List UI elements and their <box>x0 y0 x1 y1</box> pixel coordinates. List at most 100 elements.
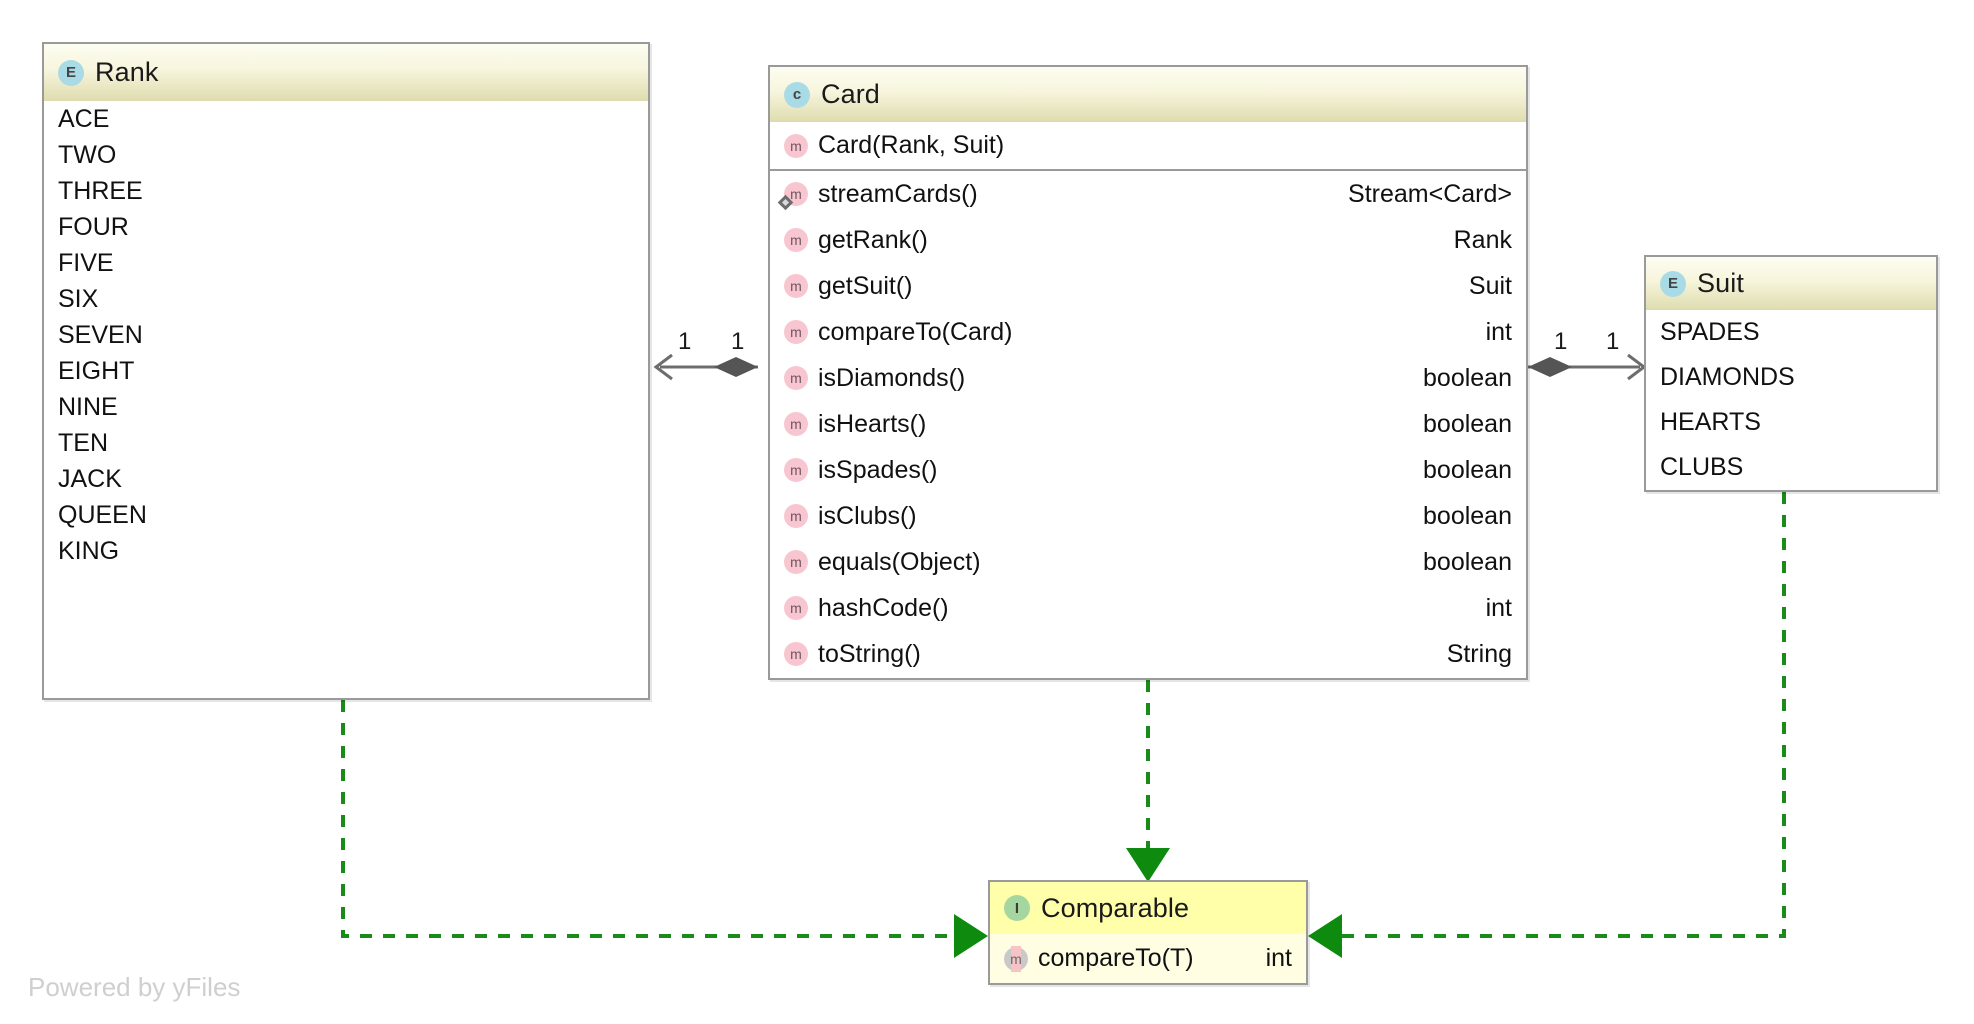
multiplicity-card-suit-target: 1 <box>1606 328 1620 355</box>
uml-node-card[interactable]: c Card m Card(Rank, Suit) m streamCards(… <box>768 65 1528 680</box>
enum-literal[interactable]: SIX <box>44 281 648 317</box>
uml-member-row[interactable]: m isDiamonds() boolean <box>770 355 1526 401</box>
uml-member-row[interactable]: m streamCards() Stream<Card> <box>770 171 1526 217</box>
enum-literal[interactable]: DIAMONDS <box>1646 355 1936 400</box>
uml-member-row[interactable]: m compareTo(Card) int <box>770 309 1526 355</box>
method-glyph: m <box>784 642 808 666</box>
member-name: compareTo(T) <box>1038 944 1194 972</box>
uml-member-row[interactable]: m compareTo(T) int <box>990 934 1306 983</box>
member-name: isSpades() <box>818 455 938 484</box>
enum-badge-icon: E <box>1660 270 1686 297</box>
node-header-card: c Card <box>770 67 1526 122</box>
interface-badge-icon: I <box>1004 895 1030 921</box>
member-name: getRank() <box>818 225 928 254</box>
method-glyph: m <box>784 412 808 436</box>
method-glyph: m <box>784 274 808 298</box>
enum-literal[interactable]: CLUBS <box>1646 445 1936 490</box>
method-glyph: m <box>784 504 808 528</box>
member-name: streamCards() <box>818 179 978 208</box>
uml-member-row[interactable]: m isSpades() boolean <box>770 447 1526 493</box>
method-icon: m <box>784 228 808 252</box>
uml-member-row[interactable]: m hashCode() int <box>770 585 1526 631</box>
enum-literal[interactable]: FOUR <box>44 209 648 245</box>
uml-member-row[interactable]: m isHearts() boolean <box>770 401 1526 447</box>
abstract-method-icon: m <box>1004 945 1028 972</box>
enum-literal[interactable]: FIVE <box>44 245 648 281</box>
member-name: Card(Rank, Suit) <box>818 131 1005 159</box>
method-icon: m <box>784 550 808 574</box>
yfiles-watermark: Powered by yFiles <box>28 972 241 1002</box>
uml-member-row[interactable]: m Card(Rank, Suit) <box>770 122 1526 169</box>
node-body-comparable: m compareTo(T) int <box>990 934 1306 983</box>
member-type: boolean <box>1423 501 1512 530</box>
uml-member-row[interactable]: m getRank() Rank <box>770 217 1526 263</box>
method-glyph: m <box>784 133 808 158</box>
uml-node-suit[interactable]: E Suit SPADES DIAMONDS HEARTS CLUBS <box>1644 255 1938 492</box>
enum-literal[interactable]: SPADES <box>1646 310 1936 355</box>
node-header-comparable: I Comparable <box>990 882 1306 934</box>
enum-literal[interactable]: ACE <box>44 101 648 137</box>
method-icon: m <box>784 320 808 344</box>
method-icon: m <box>784 274 808 298</box>
uml-member-row[interactable]: m equals(Object) boolean <box>770 539 1526 585</box>
member-name: equals(Object) <box>818 547 981 576</box>
class-badge-icon: c <box>784 81 810 108</box>
member-name: isClubs() <box>818 501 917 530</box>
method-icon: m <box>784 133 808 158</box>
node-body-rank: ACE TWO THREE FOUR FIVE SIX SEVEN EIGHT … <box>44 101 648 569</box>
member-type: int <box>1485 317 1512 346</box>
edge-card-suit <box>1528 353 1647 381</box>
enum-literal[interactable]: QUEEN <box>44 497 648 533</box>
member-type: int <box>1485 593 1512 622</box>
method-icon: m <box>784 458 808 482</box>
method-icon: m <box>784 366 808 390</box>
member-name: compareTo(Card) <box>818 317 1013 346</box>
member-type: boolean <box>1423 547 1512 576</box>
member-name: hashCode() <box>818 593 949 622</box>
uml-node-comparable[interactable]: I Comparable m compareTo(T) int <box>988 880 1308 985</box>
method-glyph: m <box>784 458 808 482</box>
node-body-card: m Card(Rank, Suit) m streamCards() Strea… <box>770 122 1526 677</box>
edge-rank-comparable <box>341 700 988 958</box>
node-title-rank: Rank <box>95 57 159 87</box>
method-glyph: m <box>784 550 808 574</box>
uml-member-row[interactable]: m isClubs() boolean <box>770 493 1526 539</box>
member-name: getSuit() <box>818 271 913 300</box>
member-name: isHearts() <box>818 409 927 438</box>
enum-literal[interactable]: EIGHT <box>44 353 648 389</box>
enum-literal[interactable]: TEN <box>44 425 648 461</box>
uml-node-rank[interactable]: E Rank ACE TWO THREE FOUR FIVE SIX SEVEN… <box>42 42 650 700</box>
enum-literal[interactable]: SEVEN <box>44 317 648 353</box>
member-type: boolean <box>1423 455 1512 484</box>
method-icon-static: m <box>777 182 808 211</box>
multiplicity-card-rank-target: 1 <box>678 328 692 355</box>
enum-literal[interactable]: KING <box>44 533 648 569</box>
enum-badge-icon: E <box>58 59 84 86</box>
edge-card-comparable <box>1126 680 1170 882</box>
node-title-card: Card <box>821 79 880 109</box>
enum-literal[interactable]: HEARTS <box>1646 400 1936 445</box>
enum-literal[interactable]: NINE <box>44 389 648 425</box>
member-type: Stream<Card> <box>1348 179 1512 208</box>
enum-literal[interactable]: THREE <box>44 173 648 209</box>
method-icon: m <box>784 504 808 528</box>
uml-member-row[interactable]: m toString() String <box>770 631 1526 677</box>
member-type: boolean <box>1423 363 1512 392</box>
diagram-canvas: 1 1 1 1 E Rank ACE TWO THREE FOUR FIVE S… <box>0 0 1974 1024</box>
uml-member-row[interactable]: m getSuit() Suit <box>770 263 1526 309</box>
member-name: toString() <box>818 639 921 668</box>
node-header-rank: E Rank <box>44 44 648 101</box>
member-type: int <box>1265 944 1292 972</box>
multiplicity-card-suit-source: 1 <box>1554 328 1568 355</box>
method-glyph: m <box>784 366 808 390</box>
enum-literal[interactable]: TWO <box>44 137 648 173</box>
node-title-suit: Suit <box>1697 268 1744 298</box>
member-type: boolean <box>1423 409 1512 438</box>
enum-literal[interactable]: JACK <box>44 461 648 497</box>
member-name: isDiamonds() <box>818 363 966 392</box>
node-title-comparable: Comparable <box>1041 892 1190 923</box>
member-type: Suit <box>1468 271 1512 300</box>
node-body-suit: SPADES DIAMONDS HEARTS CLUBS <box>1646 310 1936 490</box>
method-glyph: m <box>784 228 808 252</box>
method-glyph: m <box>1010 950 1022 967</box>
